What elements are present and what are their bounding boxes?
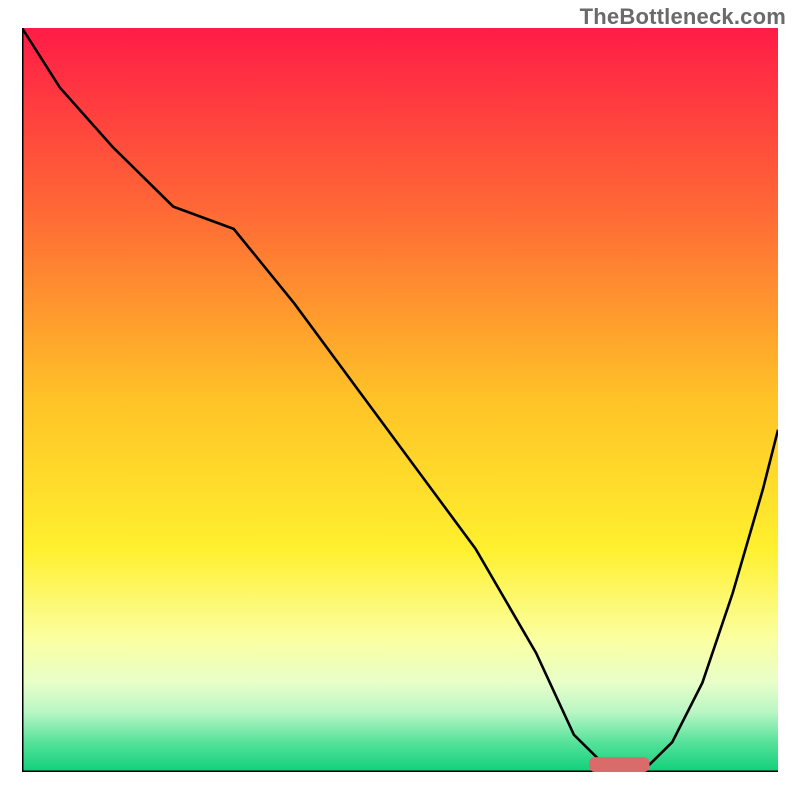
- chart-stage: TheBottleneck.com: [0, 0, 800, 800]
- gradient-background: [22, 28, 778, 772]
- bottleneck-chart: [22, 28, 778, 772]
- optimal-marker: [589, 757, 650, 772]
- watermark-label: TheBottleneck.com: [580, 4, 786, 30]
- plot-area: [22, 28, 778, 772]
